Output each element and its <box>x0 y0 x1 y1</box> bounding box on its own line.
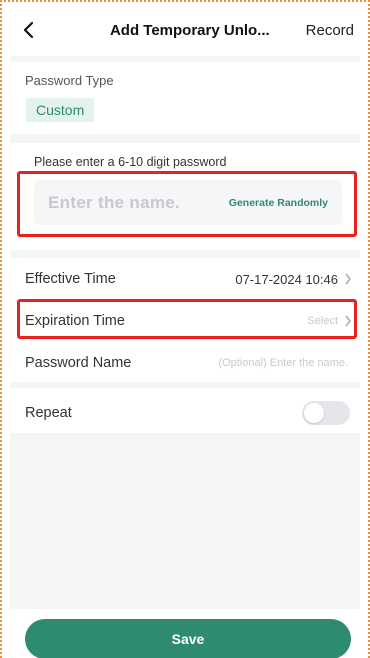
toggle-knob <box>304 403 324 423</box>
repeat-toggle[interactable] <box>302 401 350 425</box>
password-hint: Please enter a 6-10 digit password <box>34 155 227 169</box>
section-divider <box>10 134 360 143</box>
empty-area <box>10 433 360 609</box>
highlight-expiration-row <box>17 299 357 339</box>
section-divider <box>10 56 360 62</box>
password-name-label: Password Name <box>25 355 132 371</box>
app-header: Add Temporary Unlo... Record <box>10 8 360 52</box>
page-title: Add Temporary Unlo... <box>109 21 270 39</box>
password-name-row[interactable]: Password Name (Optional) Enter the name. <box>25 352 348 374</box>
effective-time-value: 07-17-2024 10:46 <box>235 271 338 287</box>
effective-time-label: Effective Time <box>25 271 116 287</box>
password-type-label: Password Type <box>25 73 114 88</box>
password-type-custom-chip[interactable]: Custom <box>26 98 95 122</box>
effective-time-row[interactable]: Effective Time 07-17-2024 10:46 <box>25 268 352 290</box>
section-divider <box>10 382 360 388</box>
annotation-border-left <box>0 0 2 658</box>
back-button[interactable] <box>16 15 40 45</box>
annotation-border-top <box>0 0 370 2</box>
chevron-right-icon <box>345 273 351 285</box>
save-button[interactable]: Save <box>25 619 351 658</box>
chevron-left-icon <box>23 21 34 39</box>
password-name-input[interactable]: (Optional) Enter the name. <box>218 357 348 369</box>
highlight-password-box <box>17 171 357 237</box>
record-button[interactable]: Record <box>306 22 354 39</box>
section-divider <box>10 250 360 258</box>
